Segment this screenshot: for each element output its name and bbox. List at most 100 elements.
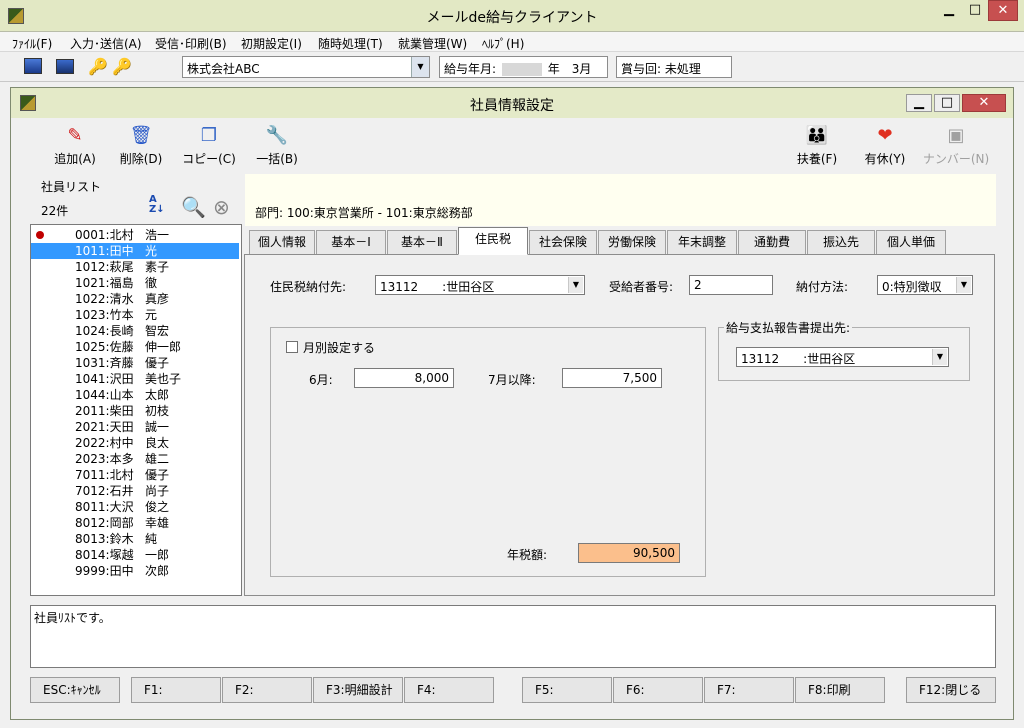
app-title-bar: メールde給与クライアント ▁ □ ✕ xyxy=(0,0,1024,32)
list-item[interactable]: 1011:田中光 xyxy=(31,243,239,259)
f4-button[interactable]: F4: xyxy=(404,677,494,703)
f3-detail-design-button[interactable]: F3:明細設計 xyxy=(313,677,403,703)
july-label: 7月以降: xyxy=(488,373,536,387)
list-item[interactable]: 8012:岡部 幸雄 xyxy=(31,515,239,531)
employee-code: 2022:村中 xyxy=(75,436,134,450)
menu-help[interactable]: ﾍﾙﾌﾟ(H) xyxy=(482,35,524,52)
tab-bank-transfer[interactable]: 振込先 xyxy=(807,230,875,254)
esc-cancel-button[interactable]: ESC:ｷｬﾝｾﾙ xyxy=(30,677,120,703)
key-icon-2[interactable]: 🔑 xyxy=(112,57,132,76)
employee-code: 9999:田中 xyxy=(75,564,134,578)
f12-close-button[interactable]: F12:閉じる xyxy=(906,677,996,703)
dialog-minimize-button[interactable]: ▁ xyxy=(906,94,932,112)
menu-receive-print[interactable]: 受信･印刷(B) xyxy=(155,35,227,52)
list-item[interactable]: 2023:本多 雄二 xyxy=(31,451,239,467)
tab-basic-1[interactable]: 基本－Ⅰ xyxy=(316,230,386,254)
dialog-close-button[interactable]: ✕ xyxy=(962,94,1006,112)
paid-leave-button[interactable]: ❤ 有休(Y) xyxy=(857,125,913,167)
chevron-down-icon[interactable]: ▼ xyxy=(932,349,947,365)
list-item[interactable]: 1024:長崎 智宏 xyxy=(31,323,239,339)
list-item[interactable]: 2011:柴田 初枝 xyxy=(31,403,239,419)
list-item[interactable]: 1012:萩尾 素子 xyxy=(31,259,239,275)
f7-button[interactable]: F7: xyxy=(704,677,794,703)
pay-to-select[interactable]: 13112 :世田谷区 ▼ xyxy=(375,275,585,295)
report-destination-select[interactable]: 13112 :世田谷区 ▼ xyxy=(736,347,949,367)
minimize-button[interactable]: ▁ xyxy=(936,0,962,21)
employee-name: 誠一 xyxy=(145,420,170,434)
dialog-maximize-button[interactable]: □ xyxy=(934,94,960,112)
search-icon[interactable]: 🔍 xyxy=(181,195,206,219)
list-item[interactable]: 1025:佐藤 伸一郎 xyxy=(31,339,239,355)
employee-code: 8013:鈴木 xyxy=(75,532,134,546)
employee-name: 美也子 xyxy=(145,372,182,386)
list-item[interactable]: 1044:山本 太郎 xyxy=(31,387,239,403)
employee-name: 元 xyxy=(145,308,158,322)
delete-button[interactable]: 🗑 削除(D) xyxy=(113,125,169,167)
tab-unit-price[interactable]: 個人単価 xyxy=(876,230,946,254)
list-item[interactable]: 1041:沢田 美也子 xyxy=(31,371,239,387)
list-header: 社員リスト xyxy=(41,180,102,194)
maximize-button[interactable]: □ xyxy=(962,0,988,21)
employee-code: 7011:北村 xyxy=(75,468,134,482)
search-clear-icon[interactable]: ⊗ xyxy=(213,195,237,219)
list-item[interactable]: 8011:大沢 俊之 xyxy=(31,499,239,515)
employee-name: 尚子 xyxy=(145,484,170,498)
menu-ad-hoc[interactable]: 随時処理(T) xyxy=(318,35,383,52)
tab-commute[interactable]: 通勤費 xyxy=(738,230,806,254)
chevron-down-icon[interactable]: ▼ xyxy=(568,277,583,293)
key-icon[interactable]: 🔑 xyxy=(88,57,108,76)
list-count: 22件 xyxy=(41,204,69,218)
employee-code: 1011:田中 xyxy=(75,244,134,258)
june-amount-field[interactable]: 8,000 xyxy=(354,368,454,388)
sort-az-icon[interactable]: A Z↓ xyxy=(149,195,171,219)
list-item[interactable]: 1021:福島徹 xyxy=(31,275,239,291)
menu-initial-settings[interactable]: 初期設定(I) xyxy=(241,35,302,52)
f5-button[interactable]: F5: xyxy=(522,677,612,703)
close-button[interactable]: ✕ xyxy=(988,0,1018,21)
july-amount-field[interactable]: 7,500 xyxy=(562,368,662,388)
chevron-down-icon[interactable]: ▼ xyxy=(411,57,429,77)
list-item[interactable]: 0001:北村 浩一 xyxy=(31,227,239,243)
list-item[interactable]: 8014:塚越 一郎 xyxy=(31,547,239,563)
menu-attendance[interactable]: 就業管理(W) xyxy=(398,35,467,52)
f6-button[interactable]: F6: xyxy=(613,677,703,703)
department-label: 部門: 100:東京営業所 - 101:東京総務部 xyxy=(255,206,473,220)
employee-list[interactable]: 0001:北村 浩一 1011:田中光 1012:萩尾 素子 1021:福島徹 1022:清… xyxy=(30,224,242,596)
f2-button[interactable]: F2: xyxy=(222,677,312,703)
list-item[interactable]: 1031:斉藤 優子 xyxy=(31,355,239,371)
list-item[interactable]: 1023:竹本元 xyxy=(31,307,239,323)
payment-method-select[interactable]: 0:特別徴収 ▼ xyxy=(877,275,973,295)
list-item[interactable]: 2022:村中 良太 xyxy=(31,435,239,451)
employee-name: 次郎 xyxy=(145,564,170,578)
list-item[interactable]: 7012:石井 尚子 xyxy=(31,483,239,499)
chevron-down-icon[interactable]: ▼ xyxy=(956,277,971,293)
list-item[interactable]: 1022:清水 真彦 xyxy=(31,291,239,307)
tab-labor-insurance[interactable]: 労働保険 xyxy=(598,230,666,254)
tab-resident-tax[interactable]: 住民税 xyxy=(458,227,528,255)
dialog-title-bar: 社員情報設定 ▁ □ ✕ xyxy=(11,88,1013,118)
menu-file[interactable]: ﾌｧｲﾙ(F) xyxy=(12,35,52,52)
list-item[interactable]: 7011:北村 優子 xyxy=(31,467,239,483)
recipient-no-field[interactable]: 2 xyxy=(689,275,773,295)
tab-personal[interactable]: 個人情報 xyxy=(249,230,315,254)
employee-name: 太郎 xyxy=(145,388,170,402)
employee-code: 2011:柴田 xyxy=(75,404,134,418)
list-item[interactable]: 2021:天田 誠一 xyxy=(31,419,239,435)
pencil-icon: ✎ xyxy=(67,125,83,146)
company-select[interactable]: 株式会社ABC ▼ xyxy=(182,56,430,78)
tab-social-insurance[interactable]: 社会保険 xyxy=(529,230,597,254)
f1-button[interactable]: F1: xyxy=(131,677,221,703)
receive-icon[interactable] xyxy=(56,59,74,74)
dependents-button[interactable]: 👪 扶養(F) xyxy=(789,125,845,167)
list-item[interactable]: 9999:田中 次郎 xyxy=(31,563,239,579)
send-icon[interactable] xyxy=(24,58,42,74)
add-button[interactable]: ✎ 追加(A) xyxy=(47,125,103,167)
copy-button[interactable]: ❐ コピー(C) xyxy=(179,125,239,167)
bulk-button[interactable]: 🔧 一括(B) xyxy=(249,125,305,167)
monthly-checkbox[interactable] xyxy=(286,341,298,353)
menu-input-send[interactable]: 入力･送信(A) xyxy=(70,35,142,52)
tab-year-end[interactable]: 年末調整 xyxy=(667,230,737,254)
f8-print-button[interactable]: F8:印刷 xyxy=(795,677,885,703)
list-item[interactable]: 8013:鈴木純 xyxy=(31,531,239,547)
tab-basic-2[interactable]: 基本－Ⅱ xyxy=(387,230,457,254)
